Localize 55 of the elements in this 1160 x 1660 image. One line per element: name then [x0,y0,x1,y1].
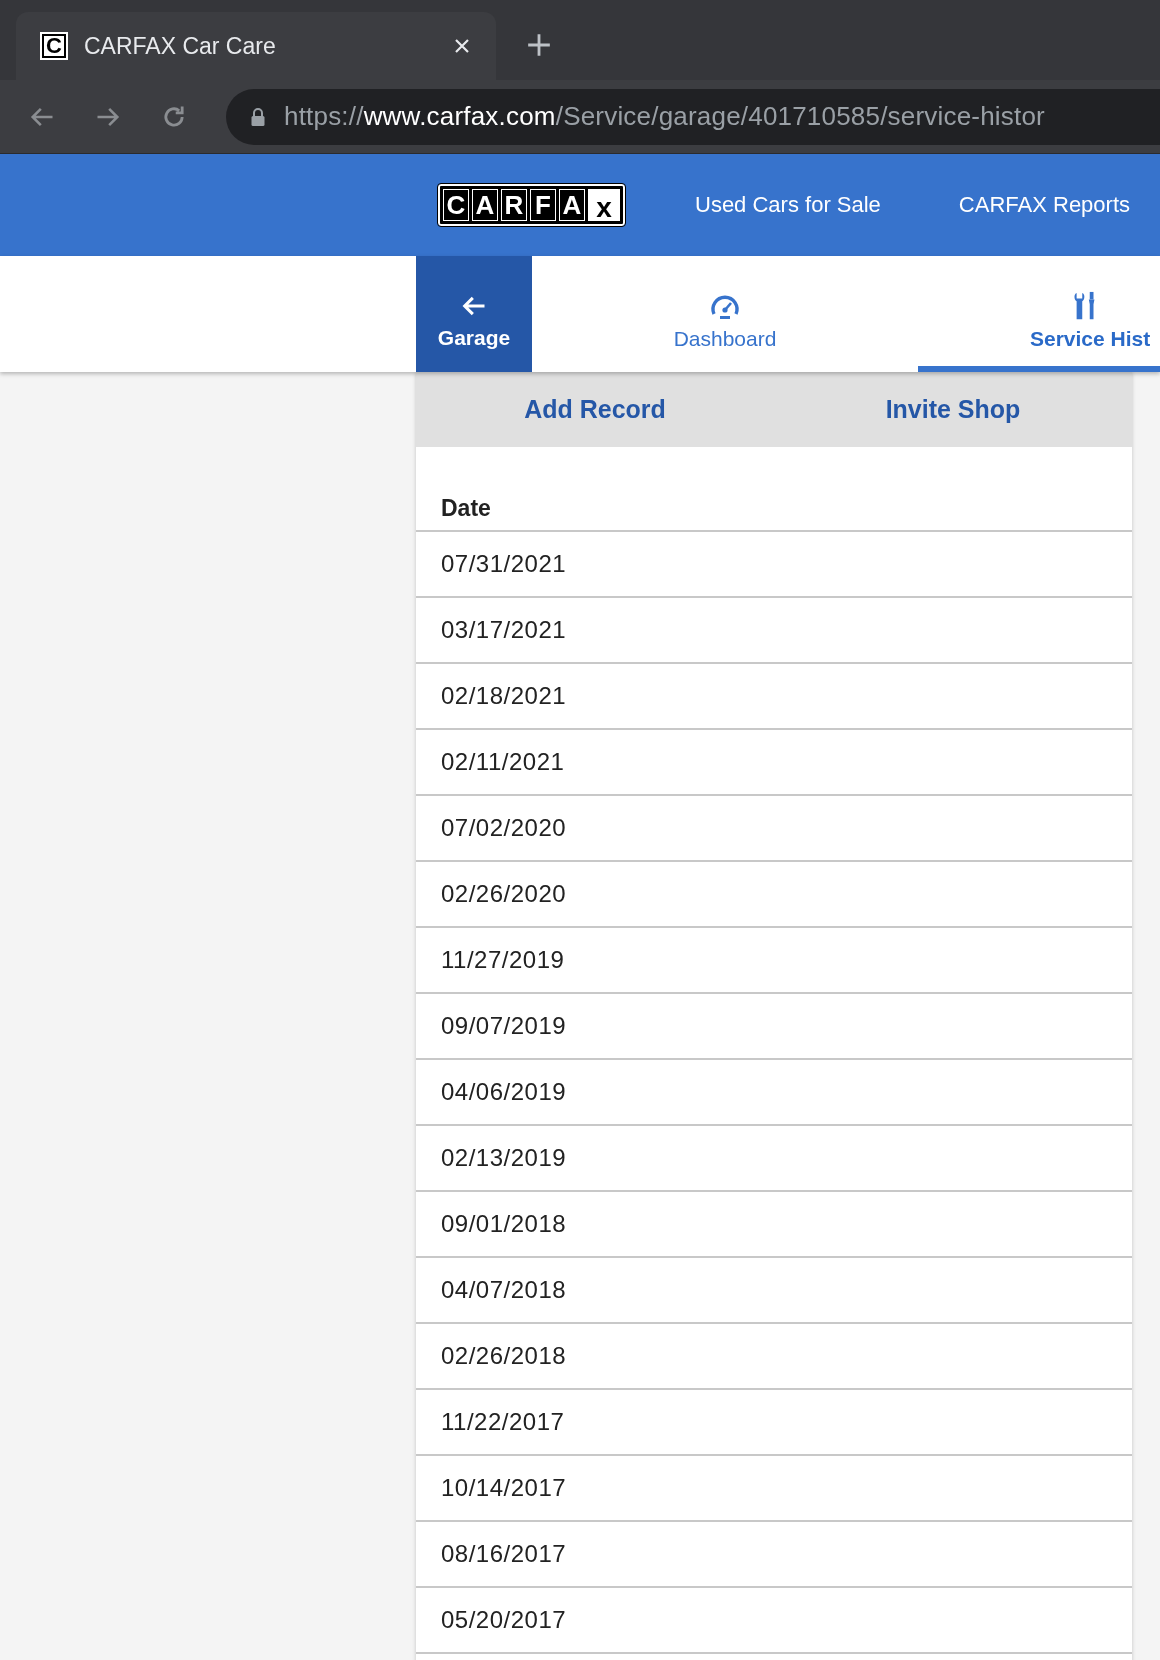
table-row[interactable]: 04/06/2019 [416,1060,1132,1126]
column-header: Date [441,495,491,522]
browser-tab[interactable]: C CARFAX Car Care [16,12,496,80]
garage-button[interactable]: Garage [416,256,532,372]
tab-title: CARFAX Car Care [84,32,277,60]
table-row[interactable]: 07/02/2020 [416,796,1132,862]
favicon: C [40,32,68,60]
table-row[interactable]: 03/17/2021 [416,598,1132,664]
table-row[interactable]: 09/07/2019 [416,994,1132,1060]
table-row[interactable]: 05/20/2017 [416,1588,1132,1654]
table-row[interactable]: 02/11/2021 [416,730,1132,796]
table-row[interactable]: 08/16/2017 [416,1522,1132,1588]
logo-letter: R [501,189,527,221]
date-text: 02/26/2020 [441,880,567,908]
table-row[interactable]: 11/22/2017 [416,1390,1132,1456]
action-link[interactable]: Add Record [416,372,774,447]
table-row[interactable]: 02/18/2021 [416,664,1132,730]
date-text: 07/02/2020 [441,814,567,842]
date-text: 09/07/2019 [441,1012,567,1040]
table-row[interactable]: 07/31/2021 [416,532,1132,598]
date-text: 11/27/2019 [441,946,565,974]
action-link[interactable]: Invite Shop [774,372,1132,447]
date-text: 02/26/2018 [441,1342,567,1370]
nav-link[interactable]: Used Cars for Sale [695,192,881,218]
date-text: 04/07/2018 [441,1276,567,1304]
date-text: 08/16/2017 [441,1540,567,1568]
date-text: 02/11/2021 [441,748,565,776]
url-text: https://www.carfax.com/Service/garage/401710585/service-histor [284,101,1045,132]
date-text: 03/17/2021 [441,616,567,644]
date-text: 04/06/2019 [441,1078,567,1106]
logo-letter: A [559,189,585,221]
table-row[interactable]: 02/13/2019 [416,1126,1132,1192]
table-row[interactable]: 10/14/2017 [416,1456,1132,1522]
table-row[interactable]: 09/01/2018 [416,1192,1132,1258]
logo-letter: x [588,189,620,221]
date-text: 11/22/2017 [441,1408,565,1436]
date-text: 02/18/2021 [441,682,567,710]
table-row[interactable]: 11/27/2019 [416,928,1132,994]
nav-tab[interactable]: Service Hist [918,256,1160,372]
date-text: 10/14/2017 [441,1474,567,1502]
date-text: 02/13/2019 [441,1144,567,1172]
date-text: 07/31/2021 [441,550,567,578]
logo-letter: A [472,189,498,221]
lock-icon [250,106,266,127]
table-row[interactable]: 02/26/2018 [416,1324,1132,1390]
nav-tab[interactable]: Dashboard [532,256,918,372]
table-row[interactable]: 02/26/2020 [416,862,1132,928]
new-tab-icon[interactable] [526,32,552,58]
nav-link[interactable]: CARFAX Reports [958,192,1131,218]
date-text: 09/01/2018 [441,1210,567,1238]
table-row[interactable]: 04/07/2018 [416,1258,1132,1324]
logo-letter: F [530,189,556,221]
date-text: 05/20/2017 [441,1606,567,1634]
address-bar[interactable]: https://www.carfax.com/Service/garage/401710585/service-histor [226,88,1160,145]
logo-letter: C [443,189,469,221]
